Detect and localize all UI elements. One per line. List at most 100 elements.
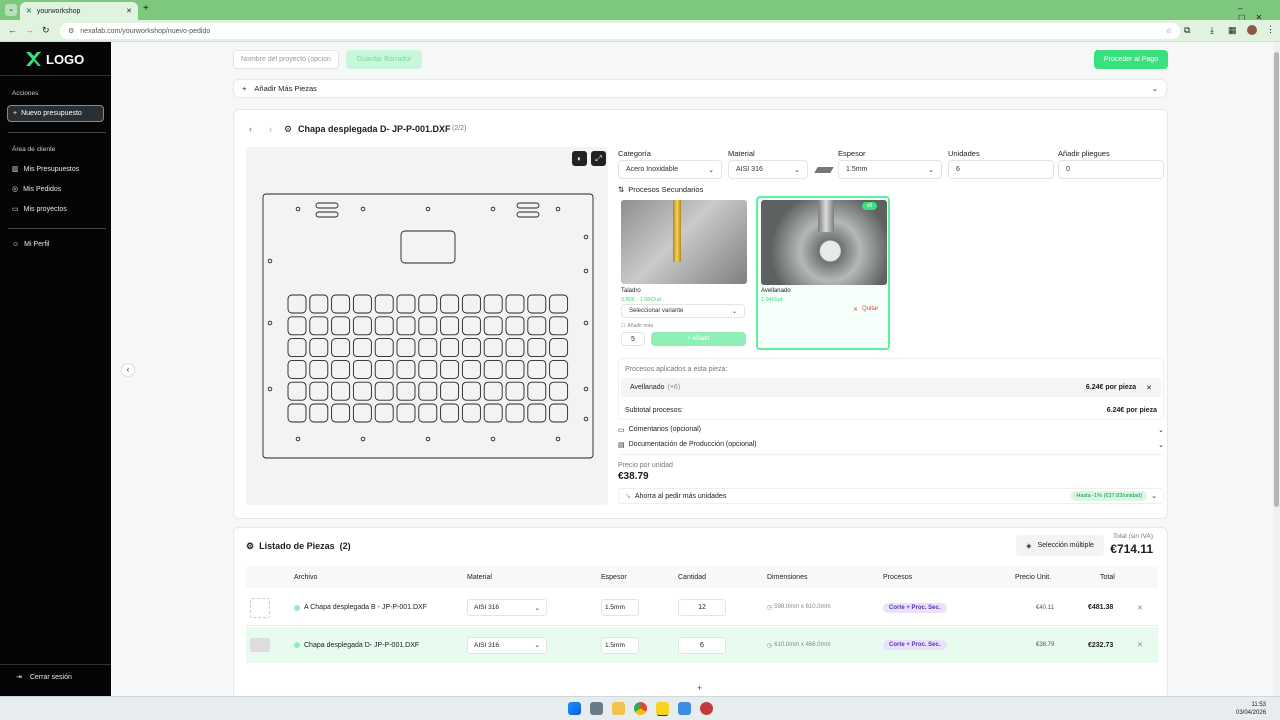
tab-close-icon[interactable]: ✕	[126, 7, 132, 15]
key-cutout	[461, 359, 481, 379]
savings-bar[interactable]: ↘ Ahorra al pedir más unidades Hasta -1%…	[618, 488, 1164, 504]
sheet-outline	[262, 193, 594, 459]
prev-piece-icon[interactable]: ‹	[249, 124, 252, 134]
sidebar-item-label: Mi Perfil	[24, 241, 50, 248]
project-name-input[interactable]: Nombre del proyecto (opcional)	[233, 50, 339, 69]
client-area-heading: Área de cliente	[12, 146, 56, 153]
process-card-avellanado[interactable]: x6 Avellanado 1.04€/ud ✕ Quitar	[756, 196, 890, 350]
checkout-button[interactable]: Proceder al Pago	[1094, 50, 1168, 69]
unit-price: €38.79	[618, 471, 649, 482]
bookmark-icon[interactable]: ☆	[1166, 27, 1172, 35]
new-tab-button[interactable]: +	[143, 3, 149, 14]
docs-toggle[interactable]: ▤ Documentación de Producción (opcional) ⌄	[618, 441, 1164, 449]
key-cutout	[549, 316, 569, 336]
slot-cutout	[315, 202, 339, 209]
divider	[618, 454, 1164, 455]
fullscreen-button[interactable]: ⤢	[591, 151, 606, 166]
key-cutout	[287, 403, 307, 423]
logout-icon: ⇥	[16, 674, 22, 681]
thickness-select[interactable]: 1.5mm	[601, 636, 639, 654]
key-cutout	[440, 316, 460, 336]
new-quote-button[interactable]: + Nuevo presupuesto	[7, 105, 104, 122]
hole	[555, 206, 561, 212]
scrollbar[interactable]	[1273, 42, 1280, 696]
key-cutout	[287, 294, 307, 314]
logo[interactable]: LOGO	[24, 50, 84, 68]
back-icon[interactable]: ←	[8, 25, 17, 35]
gear-icon: ⚙	[284, 124, 293, 134]
quantity-input[interactable]: 12	[678, 599, 726, 616]
bends-input[interactable]: 0	[1058, 160, 1164, 179]
process-badge: Corte + Proc. Sec.	[883, 602, 947, 613]
next-piece-icon[interactable]: ›	[269, 124, 272, 134]
chevron-down-icon: ⌄	[1151, 84, 1158, 93]
category-select[interactable]: Acero Inoxidable ⌄	[618, 160, 722, 179]
avatar[interactable]	[1247, 25, 1257, 35]
key-cutout	[527, 359, 547, 379]
dark-mode-button[interactable]: ◐	[572, 151, 587, 166]
add-row-icon[interactable]: +	[697, 683, 702, 693]
multi-select-button[interactable]: ◈ Selección múltiple	[1016, 535, 1104, 556]
applied-item-price: 6.24€ por pieza	[1085, 384, 1137, 391]
remove-applied-icon[interactable]: ✕	[1146, 384, 1152, 392]
sidebar-item-proyectos[interactable]: ▭ Mis proyectos	[12, 205, 67, 214]
selected-badge: x6	[862, 202, 878, 210]
windows-start-icon[interactable]	[568, 702, 581, 715]
hole	[267, 320, 273, 326]
download-icon[interactable]: ⤓	[1210, 25, 1214, 36]
app-icon[interactable]	[700, 702, 713, 715]
thickness-select[interactable]: 1.5mm	[601, 599, 639, 616]
quantity-input[interactable]: 6	[678, 636, 726, 654]
extensions-icon[interactable]: ⧉	[1184, 25, 1190, 36]
hole	[583, 386, 589, 392]
process-card-taladro[interactable]: Taladro 0.80€ - 1.68€/ud Seleccionar var…	[621, 200, 748, 348]
tab-search-icon[interactable]: ⌄	[5, 4, 17, 16]
comments-toggle[interactable]: ▭ Comentarios (opcional) ⌄	[618, 426, 1164, 434]
extension-icon[interactable]: ▦	[1228, 25, 1237, 36]
sidebar-item-perfil[interactable]: ☺ Mi Perfil	[12, 241, 49, 248]
logout-button[interactable]: ⇥ Cerrar sesión	[16, 673, 72, 682]
material-select[interactable]: AISI 316 ⌄	[728, 160, 808, 179]
table-row[interactable]: Chapa desplegada D- JP-P-001.DXF AISI 31…	[246, 627, 1158, 663]
scrollbar-thumb[interactable]	[1274, 52, 1279, 507]
units-input[interactable]: 6	[948, 160, 1054, 179]
add-note-checkbox[interactable]: ☐ Añadir nota	[621, 323, 653, 329]
sidebar-item-pedidos[interactable]: ◎ Mis Pedidos	[12, 185, 61, 194]
sticky-notes-icon[interactable]	[656, 702, 669, 715]
collapse-sidebar-button[interactable]: ‹	[121, 363, 135, 377]
process-qty-input[interactable]: 5	[621, 332, 645, 346]
delete-row-icon[interactable]: ✕	[1137, 604, 1143, 612]
variant-select[interactable]: Seleccionar variante ⌄	[621, 304, 745, 318]
delete-row-icon[interactable]: ✕	[1137, 641, 1143, 649]
user-icon: ☺	[12, 241, 20, 248]
menu-icon[interactable]: ⋮	[1266, 24, 1275, 35]
applied-processes-box: Procesos aplicados a esta pieza: Avellan…	[618, 358, 1164, 420]
save-draft-button[interactable]: Guardar Borrador	[346, 50, 422, 69]
savings-label: Ahorra al pedir más unidades	[634, 492, 727, 500]
key-cutout	[287, 338, 307, 358]
units-label: Unidades	[948, 149, 980, 158]
divider	[8, 228, 106, 229]
add-more-pieces-bar[interactable]: + Añadir Más Piezas ⌄	[233, 79, 1167, 98]
hole	[490, 206, 496, 212]
notepad-icon[interactable]	[678, 702, 691, 715]
browser-tab[interactable]: ✕ yourworkshop ✕	[20, 2, 138, 20]
material-select[interactable]: AISI 316 ⌄	[467, 636, 547, 654]
url-input[interactable]: ⚙ nexafab.com/yourworkshop/nuevo-pedido …	[60, 23, 1180, 39]
clock[interactable]: 11:53 03/04/2026	[1236, 701, 1266, 717]
task-view-icon[interactable]	[590, 702, 603, 715]
thickness-select[interactable]: 1.5mm ⌄	[838, 160, 942, 179]
remove-process-button[interactable]: ✕ Quitar	[853, 306, 878, 313]
reload-icon[interactable]: ↻	[42, 25, 50, 36]
file-explorer-icon[interactable]	[612, 702, 625, 715]
chrome-icon[interactable]	[634, 702, 647, 715]
key-cutout	[396, 359, 416, 379]
add-process-button[interactable]: + Añadir	[651, 332, 746, 346]
key-cutout	[505, 338, 525, 358]
table-row[interactable]: A Chapa desplegada B - JP-P-001.DXF AISI…	[246, 590, 1158, 626]
bends-label: Añadir pliegues	[1058, 149, 1110, 158]
forward-icon[interactable]: →	[25, 25, 34, 35]
material-select[interactable]: AISI 316 ⌄	[467, 599, 547, 616]
sidebar-item-presupuestos[interactable]: ▥ Mis Presupuestos	[12, 165, 79, 174]
sheet-thickness-icon	[814, 167, 834, 173]
